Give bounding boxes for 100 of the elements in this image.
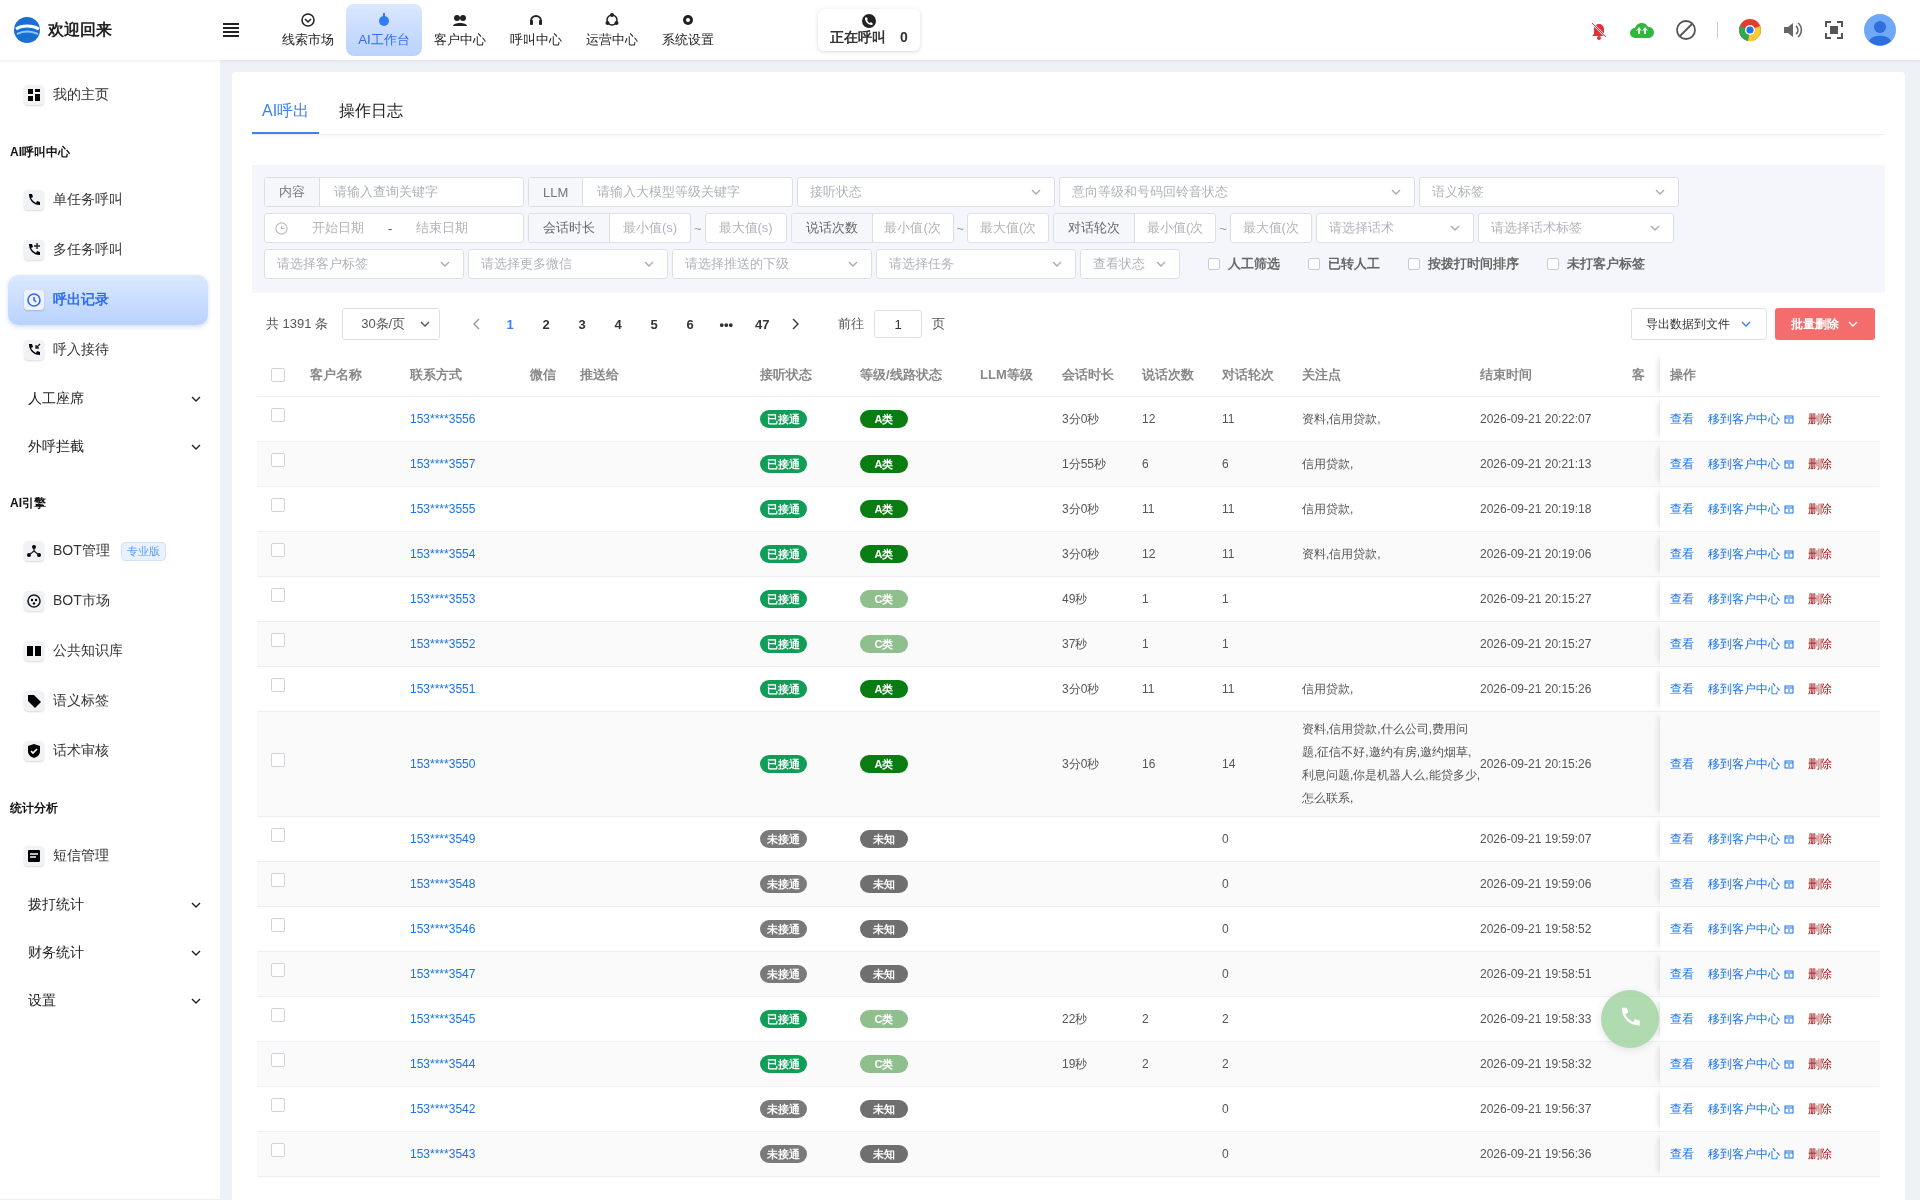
move-to-customer-link[interactable]: 移到客户中心 — [1708, 1055, 1794, 1073]
row-checkbox[interactable] — [271, 678, 285, 692]
page-number[interactable]: 4 — [600, 316, 637, 332]
move-to-customer-link[interactable]: 移到客户中心 — [1708, 680, 1794, 698]
nav-tab[interactable]: 系统设置 — [650, 4, 726, 56]
nav-tab[interactable]: 客户中心 — [422, 4, 498, 56]
view-link[interactable]: 查看 — [1670, 545, 1694, 563]
tab[interactable]: AI呼出 — [252, 90, 320, 134]
row-checkbox[interactable] — [271, 453, 285, 467]
range-field[interactable]: 对话轮次 最小值(次 — [1053, 213, 1217, 243]
view-link[interactable]: 查看 — [1670, 1010, 1694, 1028]
page-number[interactable]: ••• — [708, 316, 745, 332]
checkbox[interactable] — [1547, 258, 1559, 270]
page-input[interactable]: 1 — [874, 310, 923, 338]
phone-link[interactable]: 153****3555 — [410, 502, 476, 516]
row-checkbox[interactable] — [271, 1143, 285, 1157]
browser-icon[interactable] — [1738, 18, 1762, 42]
delete-link[interactable]: 删除 — [1808, 965, 1832, 983]
cloud-upload-icon[interactable] — [1629, 20, 1655, 40]
move-to-customer-link[interactable]: 移到客户中心 — [1708, 635, 1794, 653]
move-to-customer-link[interactable]: 移到客户中心 — [1708, 1010, 1794, 1028]
page-number[interactable]: 2 — [528, 316, 565, 332]
view-link[interactable]: 查看 — [1670, 875, 1694, 893]
range-field[interactable]: 会话时长 最小值(s) — [528, 213, 691, 243]
move-to-customer-link[interactable]: 移到客户中心 — [1708, 1145, 1794, 1163]
checkbox[interactable] — [1308, 258, 1320, 270]
page-number[interactable]: 6 — [672, 316, 709, 332]
row-checkbox[interactable] — [271, 873, 285, 887]
page-number[interactable]: 5 — [636, 316, 673, 332]
avatar-icon[interactable] — [1864, 14, 1896, 46]
phone-link[interactable]: 153****3551 — [410, 682, 476, 696]
row-checkbox[interactable] — [271, 1053, 285, 1067]
sidebar-menu[interactable]: 人工座席 — [8, 375, 202, 423]
delete-link[interactable]: 删除 — [1808, 500, 1832, 518]
delete-link[interactable]: 删除 — [1808, 1055, 1832, 1073]
delete-link[interactable]: 删除 — [1808, 455, 1832, 473]
view-link[interactable]: 查看 — [1670, 1100, 1694, 1118]
sidebar-item[interactable]: 短信管理 — [8, 831, 208, 881]
sidebar-menu[interactable]: 财务统计 — [8, 929, 202, 977]
row-checkbox[interactable] — [271, 1098, 285, 1112]
delete-link[interactable]: 删除 — [1808, 830, 1832, 848]
phone-link[interactable]: 153****3544 — [410, 1057, 476, 1071]
move-to-customer-link[interactable]: 移到客户中心 — [1708, 590, 1794, 608]
row-checkbox[interactable] — [271, 918, 285, 932]
view-link[interactable]: 查看 — [1670, 920, 1694, 938]
sidebar-item[interactable]: 我的主页 — [8, 70, 208, 120]
delete-link[interactable]: 删除 — [1808, 875, 1832, 893]
select-all-checkbox[interactable] — [271, 367, 285, 382]
row-checkbox[interactable] — [271, 753, 285, 767]
fullscreen-icon[interactable] — [1824, 20, 1844, 40]
row-checkbox[interactable] — [271, 543, 285, 557]
move-to-customer-link[interactable]: 移到客户中心 — [1708, 755, 1794, 773]
delete-link[interactable]: 删除 — [1808, 680, 1832, 698]
view-link[interactable]: 查看 — [1670, 410, 1694, 428]
view-link[interactable]: 查看 — [1670, 755, 1694, 773]
speaker-icon[interactable] — [1782, 20, 1804, 40]
row-checkbox[interactable] — [271, 498, 285, 512]
delete-link[interactable]: 删除 — [1808, 1100, 1832, 1118]
phone-link[interactable]: 153****3547 — [410, 967, 476, 981]
nav-tab[interactable]: 运营中心 — [574, 4, 650, 56]
move-to-customer-link[interactable]: 移到客户中心 — [1708, 920, 1794, 938]
phone-link[interactable]: 153****3545 — [410, 1012, 476, 1026]
sidebar-item[interactable]: BOT管理 专业版 — [8, 526, 208, 576]
sidebar-item[interactable]: 呼入接待 — [8, 325, 208, 375]
move-to-customer-link[interactable]: 移到客户中心 — [1708, 875, 1794, 893]
move-to-customer-link[interactable]: 移到客户中心 — [1708, 500, 1794, 518]
view-link[interactable]: 查看 — [1670, 830, 1694, 848]
search-field[interactable]: LLM 请输入大模型等级关键字 — [528, 177, 793, 207]
phone-link[interactable]: 153****3549 — [410, 832, 476, 846]
view-link[interactable]: 查看 — [1670, 1145, 1694, 1163]
search-field[interactable]: 内容 请输入查询关键字 — [264, 177, 524, 207]
phone-link[interactable]: 153****3557 — [410, 457, 476, 471]
delete-link[interactable]: 删除 — [1808, 920, 1832, 938]
sidebar-item[interactable]: 语义标签 — [8, 676, 208, 726]
checkbox[interactable] — [1208, 258, 1220, 270]
row-checkbox[interactable] — [271, 828, 285, 842]
view-link[interactable]: 查看 — [1670, 500, 1694, 518]
nav-tab[interactable]: 呼叫中心 — [498, 4, 574, 56]
bell-off-icon[interactable] — [1589, 20, 1609, 40]
row-checkbox[interactable] — [271, 633, 285, 647]
date-range-field[interactable]: 开始日期 - 结束日期 — [264, 213, 524, 243]
sidebar-menu[interactable]: 设置 — [8, 977, 202, 1025]
sidebar-item[interactable]: 单任务呼叫 — [8, 175, 208, 225]
view-link[interactable]: 查看 — [1670, 965, 1694, 983]
sidebar-menu[interactable]: 拨打统计 — [8, 881, 202, 929]
row-checkbox[interactable] — [271, 588, 285, 602]
phone-link[interactable]: 153****3554 — [410, 547, 476, 561]
view-link[interactable]: 查看 — [1670, 1055, 1694, 1073]
tab[interactable]: 操作日志 — [329, 90, 414, 134]
block-icon[interactable] — [1675, 19, 1697, 41]
sidebar-item[interactable]: 呼出记录 — [8, 275, 208, 325]
nav-tab[interactable]: 线索市场 — [270, 4, 346, 56]
phone-link[interactable]: 153****3552 — [410, 637, 476, 651]
menu-icon[interactable] — [222, 22, 240, 38]
delete-link[interactable]: 删除 — [1808, 410, 1832, 428]
sidebar-item[interactable]: BOT市场 — [8, 576, 208, 626]
phone-link[interactable]: 153****3548 — [410, 877, 476, 891]
view-link[interactable]: 查看 — [1670, 590, 1694, 608]
delete-link[interactable]: 删除 — [1808, 755, 1832, 773]
next-page-icon[interactable] — [790, 318, 801, 330]
